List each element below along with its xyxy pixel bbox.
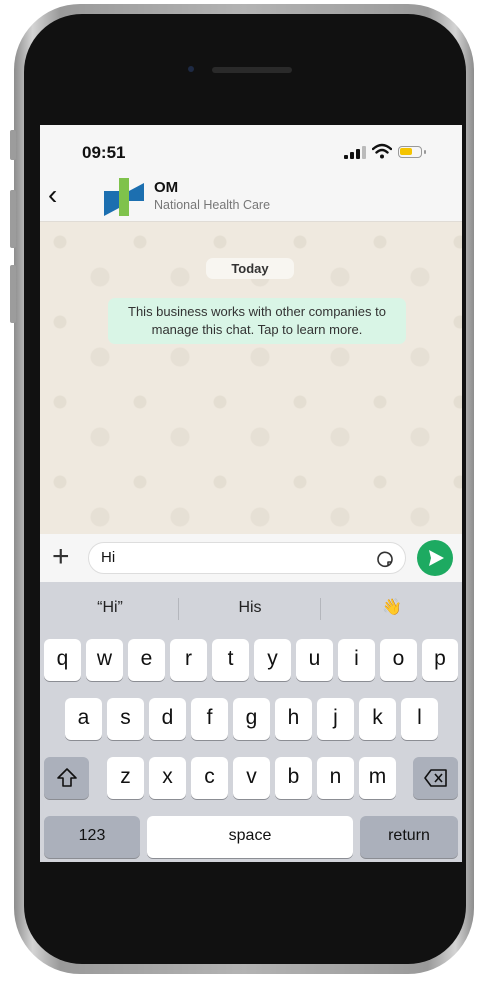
key-u[interactable]: u xyxy=(296,639,333,681)
status-time: 09:51 xyxy=(82,143,126,162)
chat-header: ‹ OM National Health Care xyxy=(40,173,462,222)
key-b[interactable]: b xyxy=(275,757,312,799)
key-s[interactable]: s xyxy=(107,698,144,740)
om-logo[interactable] xyxy=(104,178,144,216)
earpiece-speaker xyxy=(212,67,292,73)
key-i[interactable]: i xyxy=(338,639,375,681)
wifi-icon xyxy=(372,143,392,159)
composer-bar: + xyxy=(40,534,462,582)
suggestion-divider xyxy=(178,598,179,620)
key-t[interactable]: t xyxy=(212,639,249,681)
status-bar: 09:51 xyxy=(40,125,462,173)
shift-icon xyxy=(56,768,77,787)
chevron-left-icon[interactable]: ‹ xyxy=(48,181,57,209)
suggestion-1[interactable]: “Hi” xyxy=(40,592,180,624)
key-l[interactable]: l xyxy=(401,698,438,740)
chat-subtitle[interactable]: National Health Care xyxy=(154,198,270,212)
keyboard: “Hi” His 👋 q w e r t y u i o p a s d f g… xyxy=(40,582,462,862)
key-q[interactable]: q xyxy=(44,639,81,681)
numbers-key[interactable]: 123 xyxy=(44,816,140,858)
key-g[interactable]: g xyxy=(233,698,270,740)
key-p[interactable]: p xyxy=(422,639,458,681)
key-f[interactable]: f xyxy=(191,698,228,740)
suggestion-divider xyxy=(320,598,321,620)
send-button[interactable] xyxy=(417,540,453,576)
mute-switch xyxy=(10,130,16,160)
suggestion-2[interactable]: His xyxy=(180,592,320,624)
plus-icon[interactable]: + xyxy=(52,542,70,572)
message-input[interactable] xyxy=(101,549,351,566)
shift-key[interactable] xyxy=(44,757,89,799)
key-d[interactable]: d xyxy=(149,698,186,740)
key-x[interactable]: x xyxy=(149,757,186,799)
key-z[interactable]: z xyxy=(107,757,144,799)
send-icon xyxy=(429,550,444,566)
suggestion-3[interactable]: 👋 xyxy=(322,592,462,624)
chat-title[interactable]: OM xyxy=(154,179,178,196)
date-separator: Today xyxy=(206,258,294,279)
key-a[interactable]: a xyxy=(65,698,102,740)
space-key[interactable]: space xyxy=(147,816,353,858)
battery-icon xyxy=(398,146,426,158)
key-j[interactable]: j xyxy=(317,698,354,740)
front-camera xyxy=(188,66,194,72)
backspace-icon xyxy=(423,769,447,787)
key-y[interactable]: y xyxy=(254,639,291,681)
key-w[interactable]: w xyxy=(86,639,123,681)
key-v[interactable]: v xyxy=(233,757,270,799)
delete-key[interactable] xyxy=(413,757,458,799)
key-o[interactable]: o xyxy=(380,639,417,681)
key-e[interactable]: e xyxy=(128,639,165,681)
business-notice[interactable]: This business works with other companies… xyxy=(108,298,406,344)
key-c[interactable]: c xyxy=(191,757,228,799)
chat-area[interactable]: Today This business works with other com… xyxy=(40,222,462,534)
return-key[interactable]: return xyxy=(360,816,458,858)
key-k[interactable]: k xyxy=(359,698,396,740)
key-n[interactable]: n xyxy=(317,757,354,799)
volume-up-button xyxy=(10,190,16,248)
volume-down-button xyxy=(10,265,16,323)
message-input-box[interactable] xyxy=(88,542,406,574)
key-m[interactable]: m xyxy=(359,757,396,799)
signal-icon xyxy=(344,146,366,159)
key-r[interactable]: r xyxy=(170,639,207,681)
key-h[interactable]: h xyxy=(275,698,312,740)
sticker-icon[interactable] xyxy=(375,549,395,569)
screen: 09:51 ‹ OM National Health Care Today Th… xyxy=(40,125,462,862)
